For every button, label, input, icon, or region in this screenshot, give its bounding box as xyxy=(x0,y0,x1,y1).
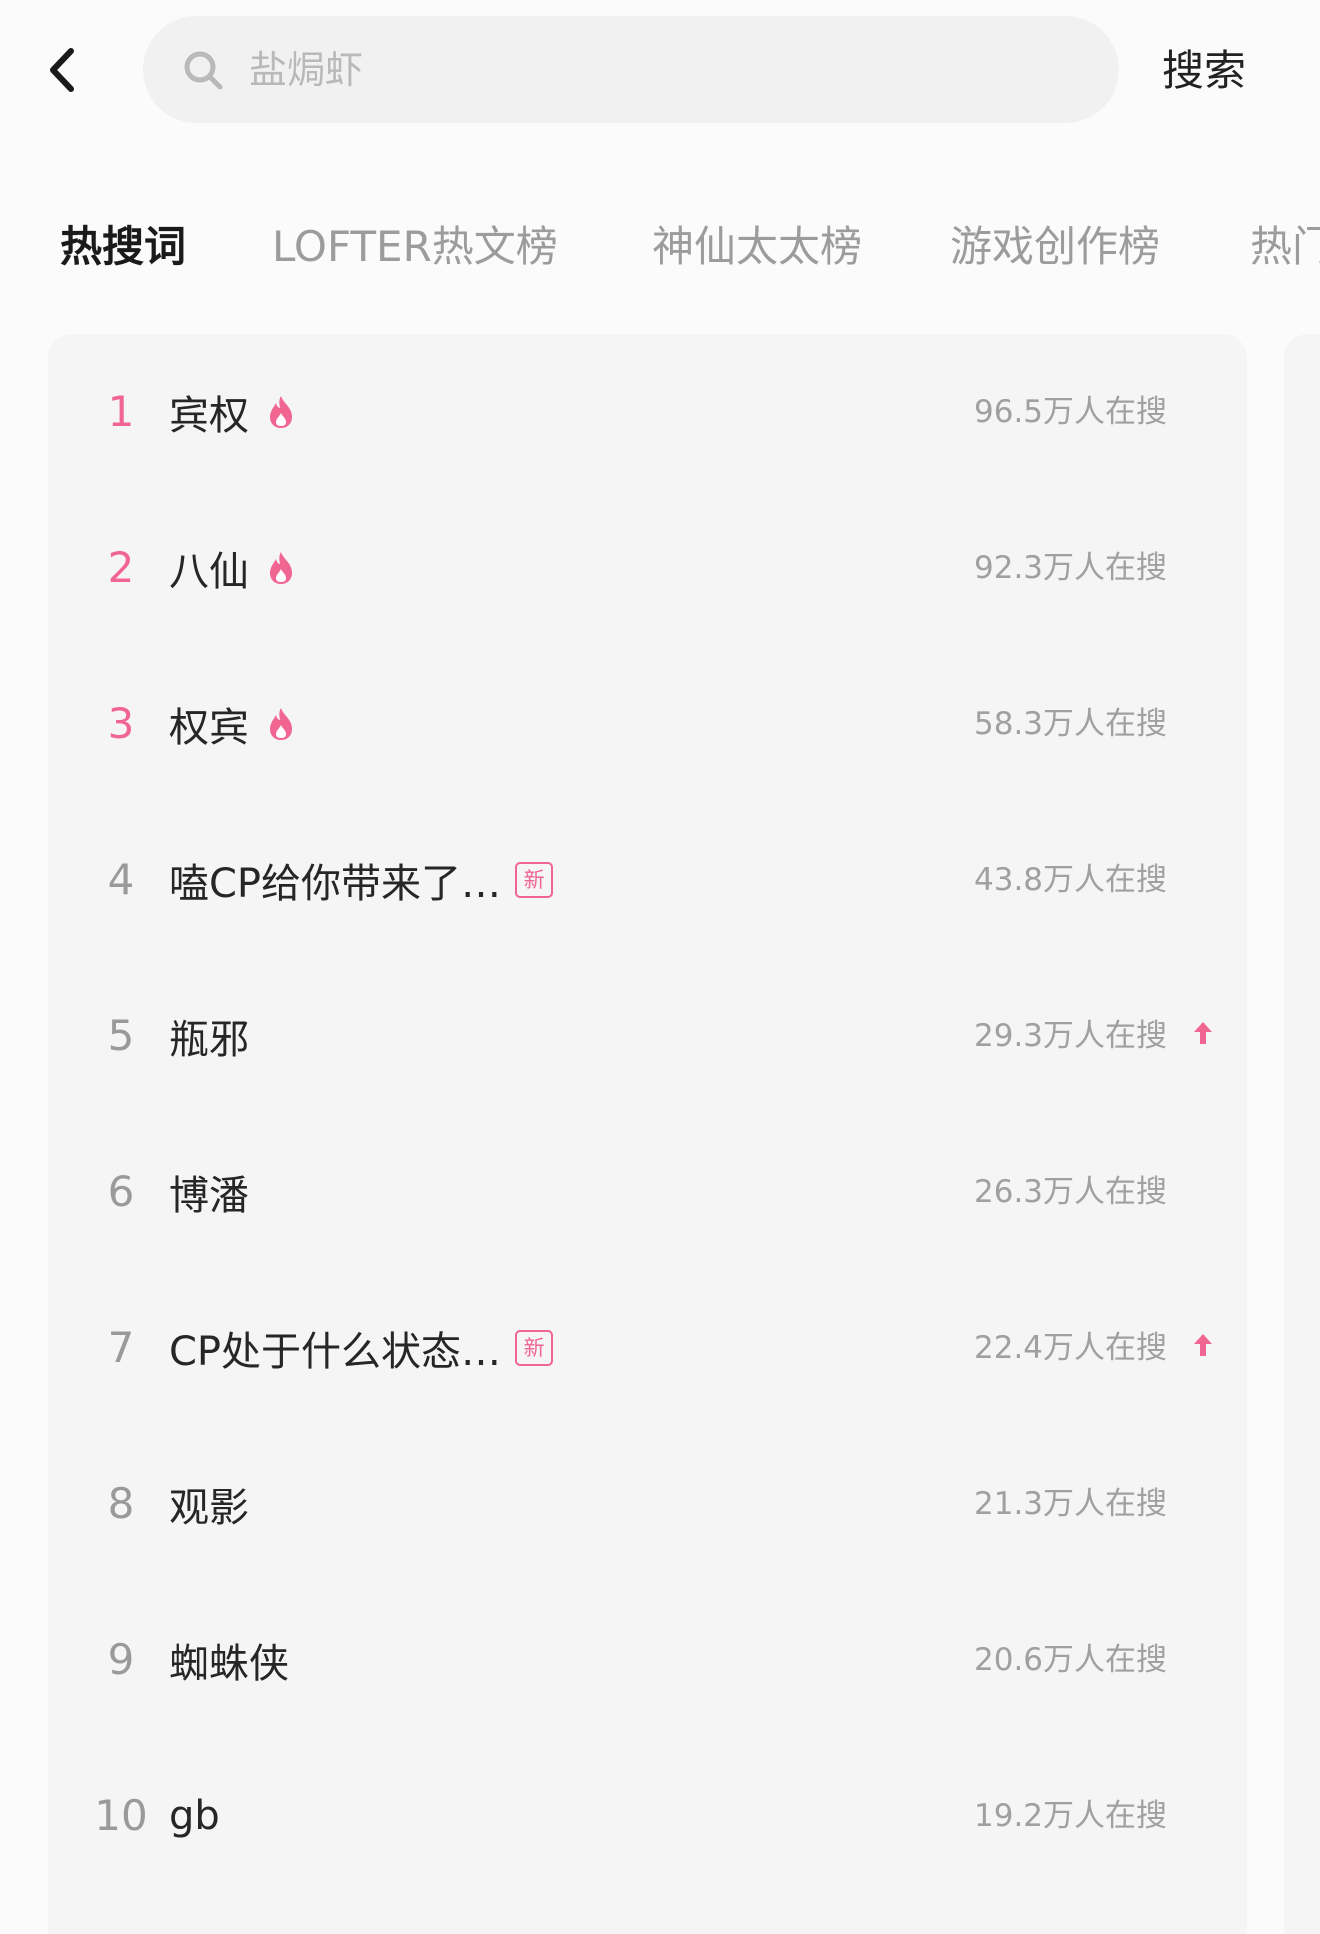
term-wrap: 观影 xyxy=(169,1426,249,1582)
search-count: 92.3万人在搜 xyxy=(974,550,1168,586)
arrow-up-icon xyxy=(1191,1018,1215,1048)
rank-number: 3 xyxy=(107,699,135,748)
rank-number: 9 xyxy=(107,1635,135,1684)
search-term: gb xyxy=(169,1793,220,1839)
search-term: 观影 xyxy=(169,1485,249,1531)
search-count: 20.6万人在搜 xyxy=(974,1642,1168,1678)
hot-search-row[interactable]: 5 瓶邪 29.3万人在搜 xyxy=(48,958,1247,1114)
term-wrap: 权宾 xyxy=(169,646,295,802)
new-badge: 新 xyxy=(515,1330,554,1366)
rank-number: 4 xyxy=(107,855,135,904)
tab-game-creation[interactable]: 游戏创作榜 xyxy=(950,210,1160,284)
search-count: 22.4万人在搜 xyxy=(974,1330,1168,1366)
term-wrap: CP处于什么状态… 新 xyxy=(169,1270,554,1426)
new-badge: 新 xyxy=(515,862,554,898)
next-list-card xyxy=(1284,334,1320,1934)
rank-number: 7 xyxy=(107,1323,135,1372)
rank-number: 2 xyxy=(107,543,135,592)
hot-search-row[interactable]: 10 gb 19.2万人在搜 xyxy=(48,1738,1247,1894)
tab-popular[interactable]: 热门 xyxy=(1250,210,1320,284)
hot-search-row[interactable]: 1 宾权 96.5万人在搜 xyxy=(48,334,1247,490)
rank-number: 10 xyxy=(94,1791,148,1840)
search-term: 博潘 xyxy=(169,1173,249,1219)
fire-icon xyxy=(267,394,295,430)
rank-number: 8 xyxy=(107,1479,135,1528)
search-count: 96.5万人在搜 xyxy=(974,394,1168,430)
search-input[interactable] xyxy=(249,47,1009,92)
hot-search-row[interactable]: 3 权宾 58.3万人在搜 xyxy=(48,646,1247,802)
fire-icon xyxy=(267,550,295,586)
arrow-up-icon xyxy=(1191,1330,1215,1360)
term-wrap: 博潘 xyxy=(169,1114,249,1270)
rank-number: 5 xyxy=(107,1011,135,1060)
search-count: 26.3万人在搜 xyxy=(974,1174,1168,1210)
term-wrap: 瓶邪 xyxy=(169,958,249,1114)
search-icon xyxy=(181,48,225,92)
rank-number: 6 xyxy=(107,1167,135,1216)
hot-search-row[interactable]: 6 博潘 26.3万人在搜 xyxy=(48,1114,1247,1270)
search-count: 58.3万人在搜 xyxy=(974,706,1168,742)
hot-search-row[interactable]: 4 嗑CP给你带来了… 新 43.8万人在搜 xyxy=(48,802,1247,958)
hot-search-list: 1 宾权 96.5万人在搜 2 八仙 92.3万人在搜 3 权宾 58.3万人在搜 4 嗑CP… xyxy=(48,334,1247,1934)
ranking-tabs: 热搜词 LOFTER热文榜 神仙太太榜 游戏创作榜 热门 xyxy=(0,210,1320,284)
term-wrap: 蜘蛛侠 xyxy=(169,1582,289,1738)
search-box[interactable] xyxy=(143,16,1119,123)
tab-lofter-hot-posts[interactable]: LOFTER热文榜 xyxy=(272,210,558,284)
search-count: 29.3万人在搜 xyxy=(974,1018,1168,1054)
back-button[interactable] xyxy=(34,30,90,110)
search-term: 瓶邪 xyxy=(169,1017,249,1063)
search-term: 宾权 xyxy=(169,393,249,439)
hot-search-row[interactable]: 7 CP处于什么状态… 新 22.4万人在搜 xyxy=(48,1270,1247,1426)
search-term: 嗑CP给你带来了… xyxy=(169,861,502,907)
fire-icon xyxy=(267,706,295,742)
search-button[interactable]: 搜索 xyxy=(1162,36,1246,106)
search-term: 蜘蛛侠 xyxy=(169,1641,289,1687)
hot-search-row[interactable]: 2 八仙 92.3万人在搜 xyxy=(48,490,1247,646)
hot-search-row[interactable]: 8 观影 21.3万人在搜 xyxy=(48,1426,1247,1582)
search-count: 43.8万人在搜 xyxy=(974,862,1168,898)
term-wrap: 八仙 xyxy=(169,490,295,646)
tab-hot-search-terms[interactable]: 热搜词 xyxy=(60,210,186,284)
search-count: 21.3万人在搜 xyxy=(974,1486,1168,1522)
term-wrap: gb xyxy=(169,1738,220,1894)
search-term: 八仙 xyxy=(169,549,249,595)
search-count: 19.2万人在搜 xyxy=(974,1798,1168,1834)
hot-search-row[interactable]: 9 蜘蛛侠 20.6万人在搜 xyxy=(48,1582,1247,1738)
search-term: 权宾 xyxy=(169,705,249,751)
search-term: CP处于什么状态… xyxy=(169,1329,502,1375)
tab-top-creators[interactable]: 神仙太太榜 xyxy=(652,210,862,284)
hot-search-page: 搜索 热搜词 LOFTER热文榜 神仙太太榜 游戏创作榜 热门 1 宾权 96.5… xyxy=(0,0,1320,1934)
rank-number: 1 xyxy=(107,387,135,436)
chevron-left-icon xyxy=(50,48,74,92)
term-wrap: 宾权 xyxy=(169,334,295,490)
term-wrap: 嗑CP给你带来了… 新 xyxy=(169,802,554,958)
